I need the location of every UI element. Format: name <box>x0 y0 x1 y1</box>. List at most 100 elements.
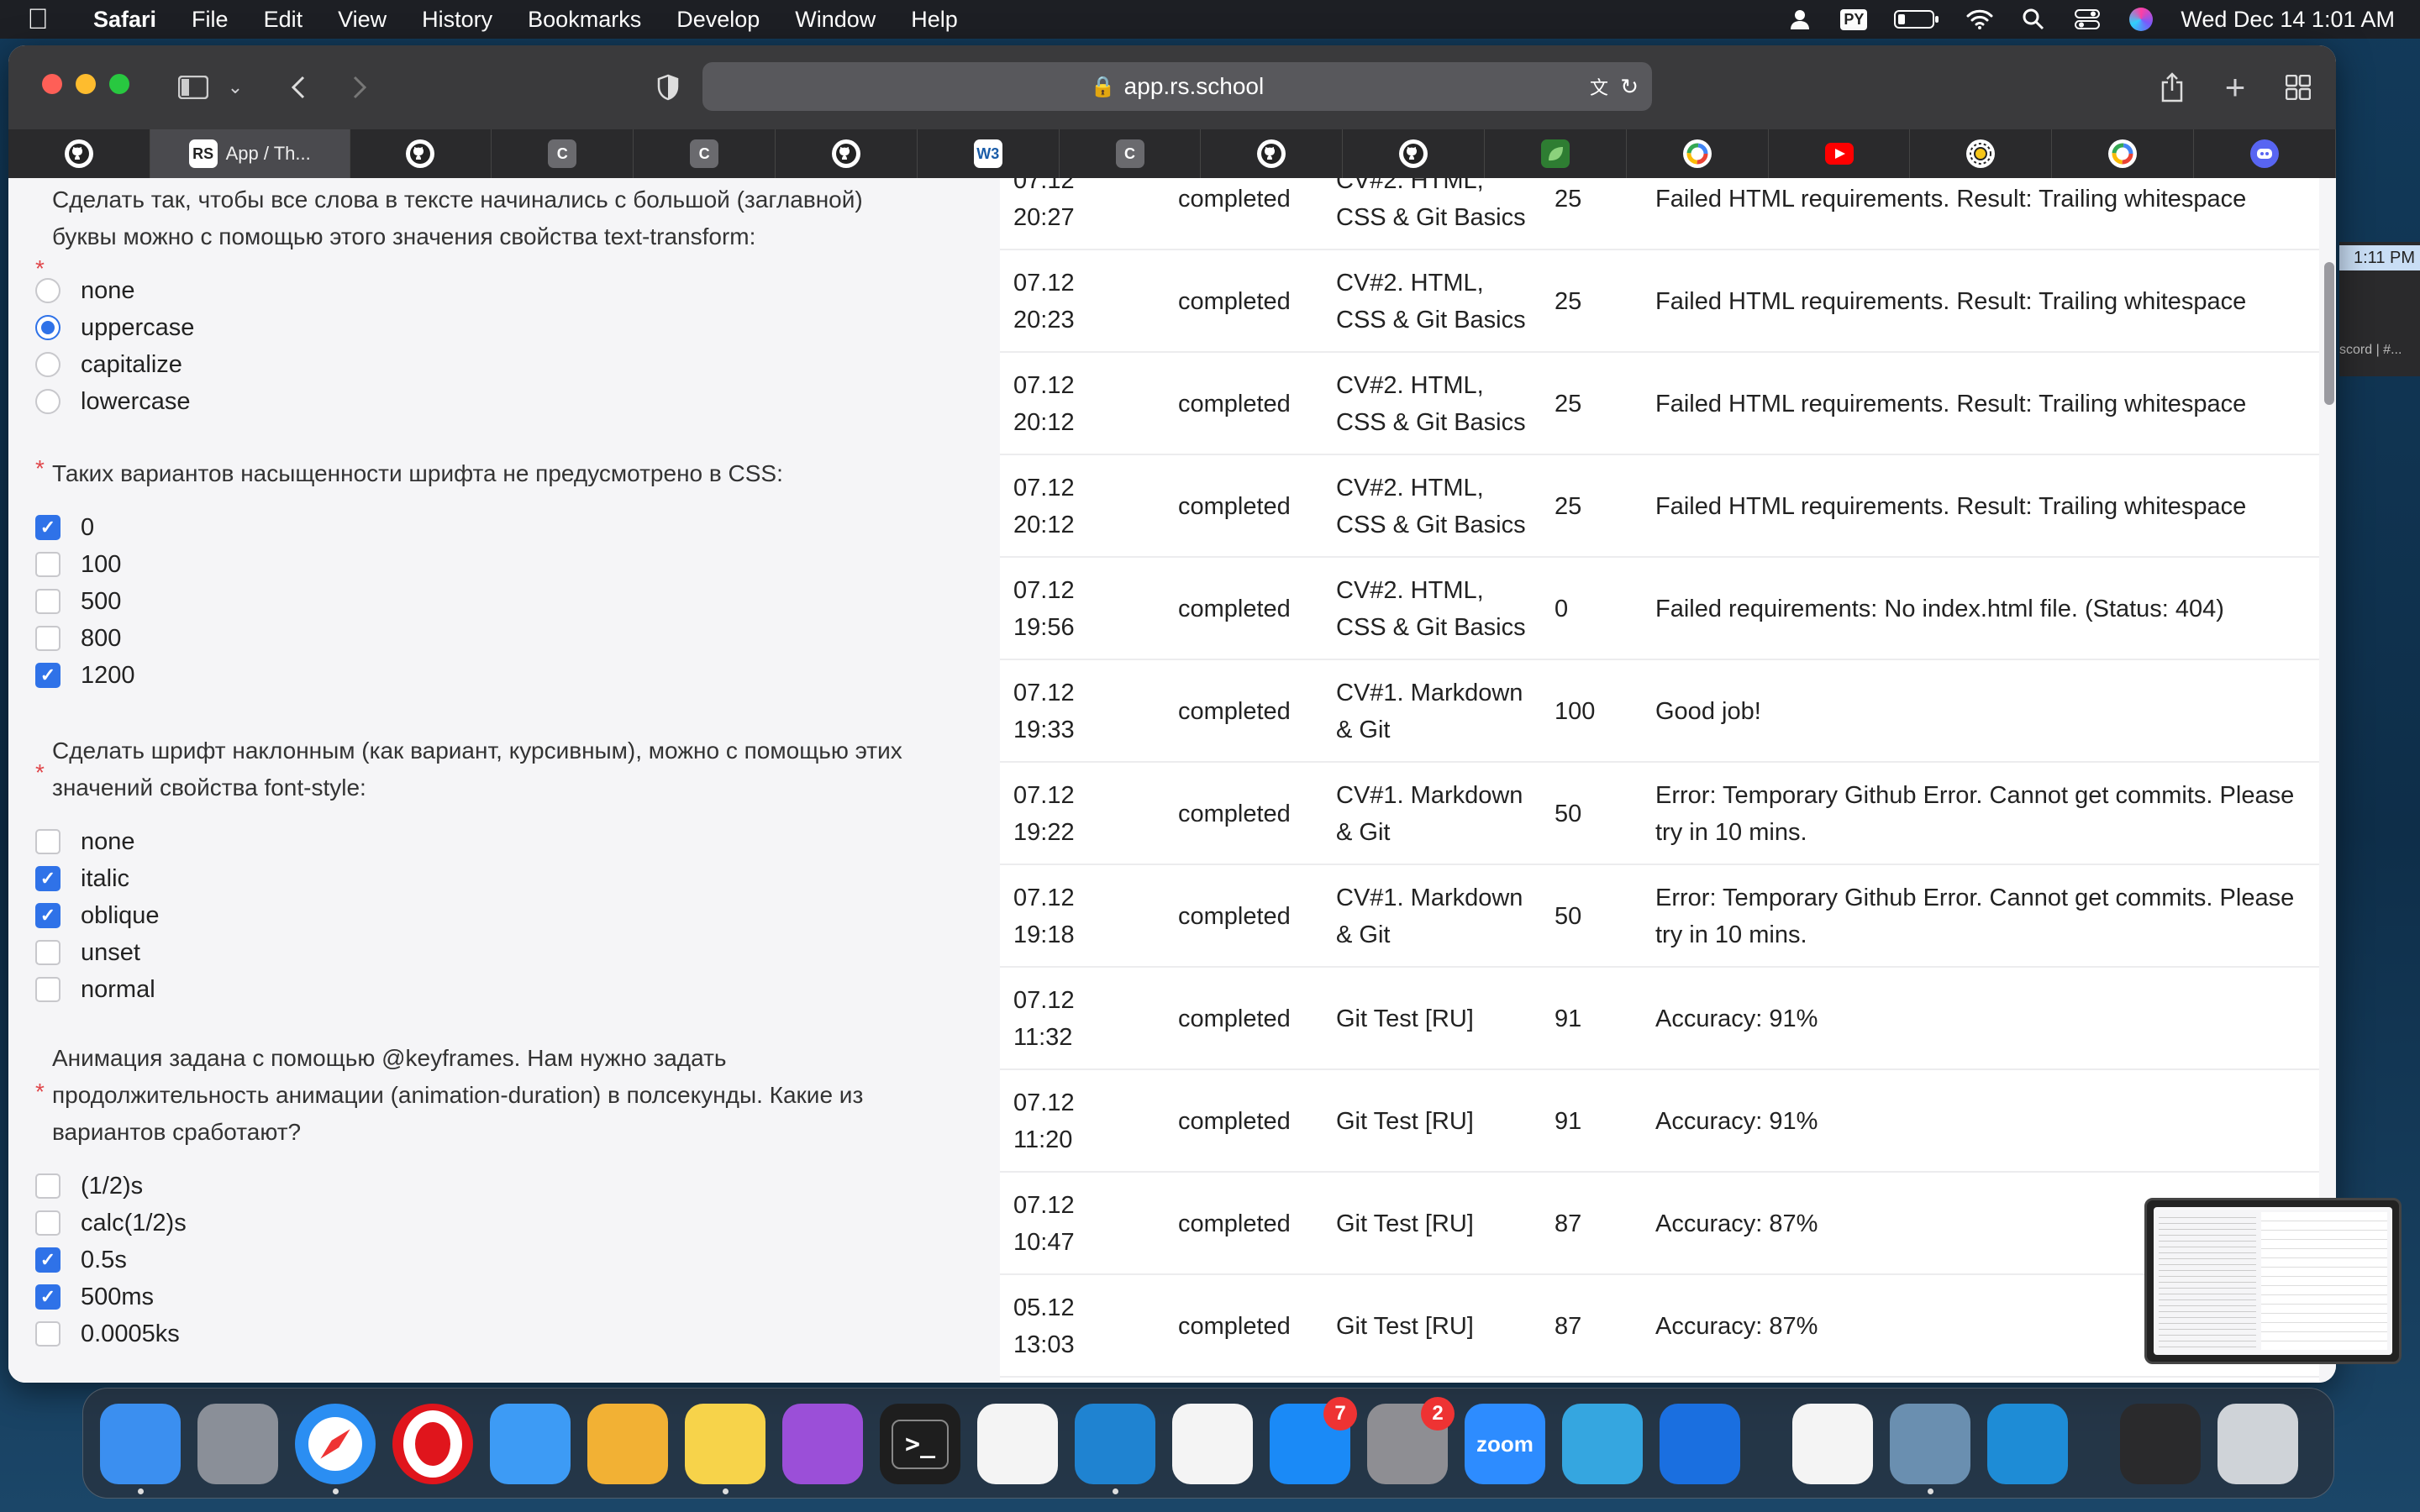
q2-option-100[interactable]: 100 <box>35 548 121 581</box>
checkbox-checked[interactable]: ✓ <box>35 866 60 891</box>
telegram-icon[interactable] <box>1562 1404 1643 1484</box>
q4-option-1[interactable]: (1/2)s <box>35 1169 143 1203</box>
screenshot-thumbnail[interactable] <box>2144 1198 2402 1364</box>
browser-tab[interactable] <box>2194 129 2336 178</box>
trash-icon[interactable] <box>2217 1404 2298 1484</box>
input-source-icon[interactable]: PY <box>1839 8 1868 31</box>
checkbox[interactable] <box>35 940 60 965</box>
menu-window[interactable]: Window <box>777 7 893 33</box>
translate-icon[interactable]: 文 <box>1590 73 1608 100</box>
background-window[interactable]: 1:11 PM scord | #... <box>2339 242 2420 376</box>
tab-overview-icon[interactable] <box>2277 67 2319 108</box>
podcasts-icon[interactable] <box>782 1404 863 1484</box>
menu-view[interactable]: View <box>320 7 404 33</box>
vscode-icon[interactable] <box>1075 1404 1155 1494</box>
browser-tab[interactable] <box>1201 129 1344 178</box>
checkbox-checked[interactable]: ✓ <box>35 1284 60 1310</box>
checkbox-checked[interactable]: ✓ <box>35 515 60 540</box>
share-icon[interactable] <box>2151 67 2193 108</box>
menubar-clock[interactable]: Wed Dec 14 1:01 AM <box>2181 7 2395 33</box>
radio-button-selected[interactable] <box>35 315 60 340</box>
photos-icon[interactable] <box>587 1404 668 1484</box>
radio-button[interactable] <box>35 278 60 303</box>
screenshot-window-icon[interactable] <box>2120 1404 2201 1484</box>
checkbox[interactable] <box>35 1321 60 1347</box>
reminders-icon[interactable] <box>977 1404 1058 1484</box>
finder-icon[interactable] <box>100 1404 181 1494</box>
app-menu[interactable]: Safari <box>76 7 174 33</box>
checkbox[interactable] <box>35 1210 60 1236</box>
browser-tab[interactable] <box>1910 129 2053 178</box>
browser-tab[interactable]: C <box>634 129 776 178</box>
q3-option-unset[interactable]: unset <box>35 936 140 969</box>
browser-tab[interactable] <box>1627 129 1769 178</box>
q4-option-5[interactable]: 0.0005ks <box>35 1317 180 1351</box>
checkbox[interactable] <box>35 552 60 577</box>
control-center-icon[interactable] <box>2073 8 2102 31</box>
checkbox[interactable] <box>35 829 60 854</box>
sidebar-toggle-icon[interactable] <box>172 67 214 108</box>
radio-button[interactable] <box>35 352 60 377</box>
system-preferences-icon[interactable]: 2 <box>1367 1397 1455 1484</box>
checkbox-checked[interactable]: ✓ <box>35 663 60 688</box>
new-tab-icon[interactable]: + <box>2214 67 2256 108</box>
q4-option-3[interactable]: ✓ 0.5s <box>35 1243 127 1277</box>
xcode-icon[interactable] <box>1660 1404 1740 1484</box>
menu-edit[interactable]: Edit <box>246 7 321 33</box>
checkbox[interactable] <box>35 977 60 1002</box>
siri-icon[interactable] <box>2127 8 2155 31</box>
textedit-icon[interactable] <box>1792 1404 1873 1484</box>
menu-bookmarks[interactable]: Bookmarks <box>510 7 659 33</box>
checkbox[interactable] <box>35 626 60 651</box>
q2-option-500[interactable]: 500 <box>35 585 121 618</box>
q1-option-capitalize[interactable]: capitalize <box>35 348 182 381</box>
slack-icon[interactable] <box>1172 1404 1253 1484</box>
preview-icon[interactable] <box>1890 1404 1970 1494</box>
browser-tab[interactable] <box>350 129 492 178</box>
apple-menu-icon[interactable]:  <box>0 3 76 36</box>
checkbox[interactable] <box>35 1173 60 1199</box>
wifi-icon[interactable] <box>1965 8 1994 31</box>
browser-tab[interactable] <box>8 129 150 178</box>
terminal-icon[interactable]: >_ <box>880 1404 960 1484</box>
browser-tab[interactable]: W3 <box>918 129 1060 178</box>
q2-option-800[interactable]: 800 <box>35 622 121 655</box>
app-store-icon[interactable]: 7 <box>1270 1397 1357 1484</box>
q4-option-2[interactable]: calc(1/2)s <box>35 1206 187 1240</box>
q3-option-italic[interactable]: ✓ italic <box>35 862 129 895</box>
q1-option-lowercase[interactable]: lowercase <box>35 385 191 418</box>
menu-help[interactable]: Help <box>893 7 976 33</box>
spotlight-search-icon[interactable] <box>2019 8 2048 31</box>
q1-option-uppercase[interactable]: uppercase <box>35 311 194 344</box>
browser-tab[interactable] <box>1485 129 1627 178</box>
minimize-window-button[interactable] <box>76 74 96 94</box>
zoom-window-button[interactable] <box>109 74 129 94</box>
scrollbar[interactable] <box>2324 262 2334 405</box>
menu-file[interactable]: File <box>174 7 246 33</box>
safari-icon[interactable] <box>295 1404 376 1494</box>
q3-option-none[interactable]: none <box>35 825 135 858</box>
address-bar[interactable]: 🔒 app.rs.school 文 ↻ <box>702 62 1652 111</box>
q3-option-oblique[interactable]: ✓ oblique <box>35 899 160 932</box>
airdrop-icon[interactable] <box>1987 1404 2068 1484</box>
user-icon[interactable] <box>1786 8 1814 31</box>
zoom-icon[interactable]: zoom <box>1465 1404 1545 1484</box>
chevron-down-icon[interactable]: ⌄ <box>223 67 248 108</box>
radio-button[interactable] <box>35 389 60 414</box>
checkbox-checked[interactable]: ✓ <box>35 903 60 928</box>
mail-icon[interactable] <box>490 1404 571 1484</box>
back-button[interactable] <box>277 67 319 108</box>
q4-option-4[interactable]: ✓ 500ms <box>35 1280 154 1314</box>
reload-icon[interactable]: ↻ <box>1620 74 1639 100</box>
battery-icon[interactable] <box>1893 8 1940 31</box>
forward-button[interactable] <box>339 67 381 108</box>
q2-option-1200[interactable]: ✓ 1200 <box>35 659 135 692</box>
browser-tab[interactable] <box>1769 129 1911 178</box>
q1-option-none[interactable]: none <box>35 274 135 307</box>
browser-tab[interactable] <box>776 129 918 178</box>
checkbox-checked[interactable]: ✓ <box>35 1247 60 1273</box>
browser-tab[interactable]: RS App / Th... <box>150 129 350 178</box>
launchpad-icon[interactable] <box>197 1404 278 1484</box>
menu-develop[interactable]: Develop <box>659 7 777 33</box>
privacy-shield-icon[interactable] <box>647 67 689 108</box>
